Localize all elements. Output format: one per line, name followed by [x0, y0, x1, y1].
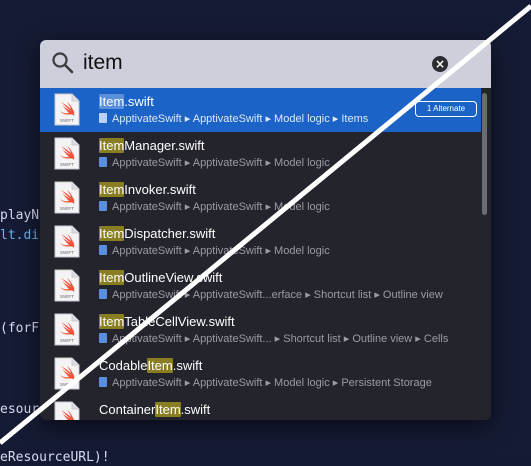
name-suffix: Manager.swift [124, 138, 205, 153]
swift-file-icon: SWIFT [54, 181, 80, 214]
clear-icon[interactable]: × [432, 56, 448, 72]
result-row[interactable]: SWIFT ItemOutlineView.swift ApptivateSwift… [40, 264, 481, 308]
path-text: ApptivateSwift ▸ ApptivateSwift ▸ Model … [112, 113, 369, 125]
code-fragment: eResourceURL)! [0, 450, 110, 465]
path-text: ApptivateSwift ▸ ApptivateSwift ▸ Model … [112, 157, 330, 169]
result-row[interactable]: SWIFT ItemTableCellView.swift ApptivateSwi… [40, 308, 481, 352]
name-prefix: Codable [99, 358, 148, 373]
results-list: SWIFT Item.swift ApptivateSwift ▸ Apptivat… [40, 88, 481, 420]
name-suffix: .swift [124, 94, 154, 109]
file-path: ApptivateSwift ▸ ApptivateSwift ▸ Model … [99, 200, 330, 213]
name-suffix: .swift [180, 402, 211, 417]
alternate-badge[interactable]: 1 Alternate [415, 101, 477, 117]
path-text: ApptivateSwift ▸ ApptivateSwift ▸ Model … [112, 201, 330, 213]
file-path: ApptivateSwift ▸ ApptivateSwift ▸ Model … [99, 112, 368, 125]
file-name: ItemTableCellView.swift [99, 314, 235, 329]
file-name: ItemManager.swift [99, 138, 205, 153]
swift-file-icon: SWIFT [54, 93, 80, 126]
match-highlight: Item [99, 182, 125, 197]
file-path: ApptivateSwift ▸ ApptivateSwift...erface… [99, 288, 443, 301]
file-path: ApptivateSwift ▸ ApptivateSwift ▸ Model … [99, 244, 330, 257]
name-suffix: Invoker.swift [124, 182, 196, 197]
result-row[interactable]: SWIFT ItemInvoker.swift ApptivateSwift ▸ A… [40, 176, 481, 220]
file-name: ItemOutlineView.swift [99, 270, 222, 285]
result-row[interactable]: SWIFT ItemDispatcher.swift ApptivateSwift … [40, 220, 481, 264]
match-highlight: Item [147, 358, 173, 373]
folder-icon [99, 289, 107, 299]
folder-icon [99, 157, 107, 167]
folder-icon [99, 201, 107, 211]
path-text: ApptivateSwift ▸ ApptivateSwift ▸ Model … [112, 245, 330, 257]
match-highlight: Item [99, 314, 125, 329]
file-name: Item.swift [99, 94, 154, 109]
file-name: ItemInvoker.swift [99, 182, 196, 197]
match-highlight: Item [99, 270, 125, 285]
svg-text:SWIFT: SWIFT [60, 162, 74, 167]
path-text: ApptivateSwift ▸ ApptivateSwift ▸ Model … [112, 377, 432, 389]
match-highlight: Item [99, 226, 125, 241]
svg-text:SWIFT: SWIFT [60, 118, 74, 123]
file-name: ContainerItem.swift [99, 402, 210, 417]
name-suffix: Dispatcher.swift [124, 226, 216, 241]
file-path: ApptivateSwift ▸ ApptivateSwift ▸ Model … [99, 156, 330, 169]
name-suffix: .swift [172, 358, 203, 373]
folder-icon [99, 245, 107, 255]
file-path: ApptivateSwift ▸ ApptivateSwift ▸ Model … [99, 376, 432, 389]
result-row[interactable]: SWIFT ContainerItem.swift [40, 396, 481, 420]
svg-text:SWIFT: SWIFT [60, 338, 74, 343]
svg-text:SWIFT: SWIFT [60, 382, 74, 387]
path-text: ApptivateSwift ▸ ApptivateSwift... ▸ Sho… [112, 333, 449, 345]
result-row[interactable]: SWIFT CodableItem.swift ApptivateSwift ▸ A… [40, 352, 481, 396]
swift-file-icon: SWIFT [54, 401, 80, 420]
swift-file-icon: SWIFT [54, 313, 80, 346]
search-bar: item × [40, 40, 491, 88]
folder-icon [99, 333, 107, 343]
match-highlight: Item [99, 138, 125, 153]
file-name: CodableItem.swift [99, 358, 202, 373]
svg-text:SWIFT: SWIFT [60, 250, 74, 255]
swift-file-icon: SWIFT [54, 137, 80, 170]
path-text: ApptivateSwift ▸ ApptivateSwift...erface… [112, 289, 443, 301]
match-highlight: Item [99, 94, 125, 109]
name-suffix: TableCellView.swift [124, 314, 235, 329]
name-suffix: OutlineView.swift [124, 270, 223, 285]
folder-icon [99, 113, 107, 123]
open-quickly-panel: item × SWIFT Item.swift ApptivateSwift ▸ A… [40, 40, 491, 420]
swift-file-icon: SWIFT [54, 225, 80, 258]
result-row[interactable]: SWIFT Item.swift ApptivateSwift ▸ Apptivat… [40, 88, 481, 132]
search-icon [52, 52, 74, 74]
result-row[interactable]: SWIFT ItemManager.swift ApptivateSwift ▸ A… [40, 132, 481, 176]
search-input[interactable]: item [83, 51, 123, 75]
match-highlight: Item [155, 402, 181, 417]
scrollbar-thumb[interactable] [482, 93, 487, 215]
swift-file-icon: SWIFT [54, 357, 80, 390]
name-prefix: Container [99, 402, 156, 417]
svg-text:SWIFT: SWIFT [60, 206, 74, 211]
folder-icon [99, 377, 107, 387]
file-path: ApptivateSwift ▸ ApptivateSwift... ▸ Sho… [99, 332, 448, 345]
swift-file-icon: SWIFT [54, 269, 80, 302]
file-name: ItemDispatcher.swift [99, 226, 215, 241]
svg-text:SWIFT: SWIFT [60, 294, 74, 299]
